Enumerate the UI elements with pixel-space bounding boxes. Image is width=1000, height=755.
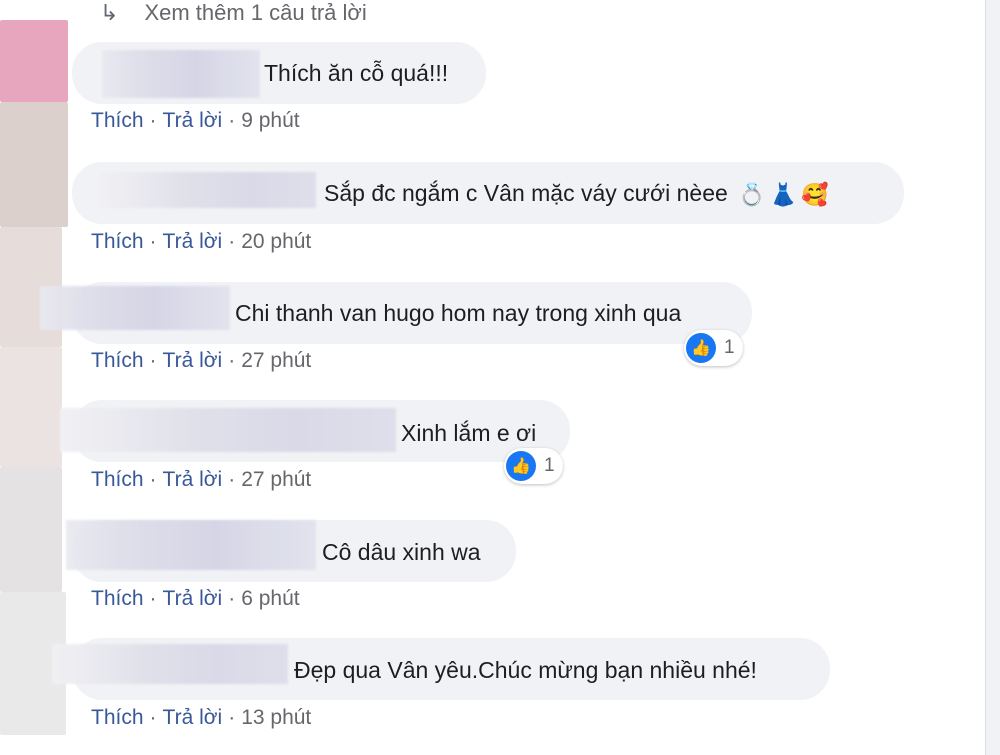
thumbs-up-icon: 👍 — [686, 333, 716, 363]
separator: · — [149, 109, 157, 132]
separator: · — [149, 587, 157, 610]
see-more-label: Xem thêm 1 câu trả lời — [144, 0, 367, 25]
thumbs-up-icon: 👍 — [506, 451, 536, 481]
comment-actions: Thích · Trả lời · 20 phút — [91, 230, 311, 254]
dress-emoji-icon: 👗 — [769, 181, 797, 207]
separator: · — [149, 468, 157, 491]
comment-text: Chi thanh van hugo hom nay trong xinh qu… — [235, 300, 682, 326]
reaction-count: 1 — [544, 455, 555, 476]
see-more-replies-link[interactable]: ↳ Xem thêm 1 câu trả lời — [100, 0, 367, 26]
like-link[interactable]: Thích — [91, 706, 144, 729]
comment-text: Xinh lắm e ơi — [401, 420, 537, 446]
like-link[interactable]: Thích — [91, 468, 144, 491]
separator: · — [228, 706, 236, 729]
timestamp[interactable]: 6 phút — [241, 587, 299, 610]
separator: · — [228, 349, 236, 372]
timestamp[interactable]: 27 phút — [241, 468, 311, 491]
reply-link[interactable]: Trả lời — [163, 587, 223, 610]
commenter-name-blurred[interactable] — [66, 520, 316, 570]
separator: · — [228, 468, 236, 491]
comment-actions: Thích · Trả lời · 27 phút — [91, 349, 311, 373]
commenter-name-blurred[interactable] — [60, 408, 396, 452]
comment-actions: Thích · Trả lời · 6 phút — [91, 587, 300, 611]
commenter-name-blurred[interactable] — [100, 172, 316, 208]
reply-link[interactable]: Trả lời — [163, 349, 223, 372]
comment-text: Cô dâu xinh wa — [322, 539, 481, 565]
separator: · — [228, 109, 236, 132]
like-link[interactable]: Thích — [91, 109, 144, 132]
separator: · — [228, 230, 236, 253]
comment-thread: ↳ Xem thêm 1 câu trả lời Thích ăn cỗ quá… — [0, 0, 1000, 755]
reply-arrow-icon: ↳ — [100, 0, 119, 25]
comment-actions: Thích · Trả lời · 27 phút — [91, 468, 311, 492]
reply-link[interactable]: Trả lời — [163, 706, 223, 729]
like-link[interactable]: Thích — [91, 230, 144, 253]
reaction-count-badge[interactable]: 👍 1 — [504, 448, 563, 484]
comment-text: Thích ăn cỗ quá!!! — [264, 60, 449, 86]
comment-actions: Thích · Trả lời · 9 phút — [91, 109, 300, 133]
separator: · — [149, 349, 157, 372]
separator: · — [228, 587, 236, 610]
comment-text: Sắp đc ngắm c Vân mặc váy cưới nèee 💍 👗 🥰 — [324, 178, 828, 210]
commenter-name-blurred[interactable] — [52, 644, 288, 684]
separator: · — [149, 706, 157, 729]
reaction-count: 1 — [724, 337, 735, 358]
comment-actions: Thích · Trả lời · 13 phút — [91, 706, 311, 730]
timestamp[interactable]: 27 phút — [241, 349, 311, 372]
comment-text-body: Sắp đc ngắm c Vân mặc váy cưới nèee — [324, 180, 728, 206]
separator: · — [149, 230, 157, 253]
timestamp[interactable]: 9 phút — [241, 109, 299, 132]
like-link[interactable]: Thích — [91, 349, 144, 372]
avatar[interactable] — [0, 467, 62, 592]
avatar[interactable] — [0, 20, 68, 102]
commenter-name-blurred[interactable] — [102, 50, 260, 98]
reply-link[interactable]: Trả lời — [163, 109, 223, 132]
reply-link[interactable]: Trả lời — [163, 230, 223, 253]
timestamp[interactable]: 13 phút — [241, 706, 311, 729]
reply-link[interactable]: Trả lời — [163, 468, 223, 491]
timestamp[interactable]: 20 phút — [241, 230, 311, 253]
avatar[interactable] — [0, 102, 68, 227]
smiling-hearts-emoji-icon: 🥰 — [801, 181, 829, 207]
scroll-edge — [985, 0, 1000, 755]
comment-text: Đẹp qua Vân yêu.Chúc mừng bạn nhiều nhé! — [294, 657, 757, 683]
commenter-name-blurred[interactable] — [40, 286, 230, 330]
ring-emoji-icon: 💍 — [738, 181, 766, 207]
like-link[interactable]: Thích — [91, 587, 144, 610]
avatar[interactable] — [0, 347, 62, 467]
reaction-count-badge[interactable]: 👍 1 — [684, 330, 743, 366]
